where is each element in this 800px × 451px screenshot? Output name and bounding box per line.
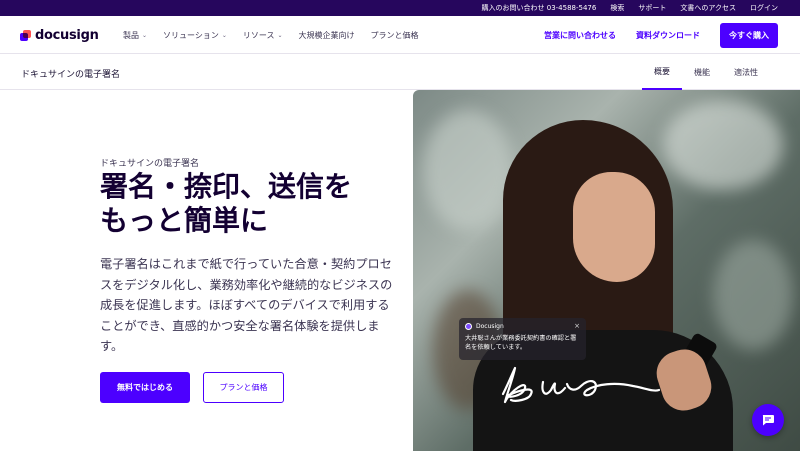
hero-description: 電子署名はこれまで紙で行っていた合意・契約プロセスをデジタル化し、業務効率化や継…: [100, 257, 393, 354]
nav-item-label: 大規模企業向け: [298, 30, 355, 40]
nav-item-label: リソース: [242, 30, 275, 40]
tab-features[interactable]: 機能: [682, 54, 722, 90]
subnav-tabs: 概要 機能 適法性: [642, 54, 770, 90]
utility-links: 購入のお問い合わせ 03-4588-5476 検索 サポート 文書へのアクセス …: [482, 0, 778, 16]
nav-item-label: ソリューション: [163, 30, 219, 40]
main-navigation: docusign 製品 ⌄ ソリューション ⌄ リソース ⌄ 大規模企業向け プ…: [0, 16, 800, 54]
buy-now-button[interactable]: 今すぐ購入: [720, 22, 778, 48]
chevron-down-icon: ⌄: [277, 31, 283, 39]
tab-legality[interactable]: 適法性: [722, 54, 770, 90]
hero-eyebrow: ドキュサインの電子署名: [100, 159, 200, 169]
chevron-down-icon: ⌄: [142, 31, 148, 39]
subnav-title: ドキュサインの電子署名: [21, 70, 121, 80]
utility-bar: 購入のお問い合わせ 03-4588-5476 検索 サポート 文書へのアクセス …: [0, 0, 800, 16]
handwritten-signature: [501, 366, 661, 404]
tab-overview[interactable]: 概要: [642, 54, 682, 90]
nav-item-resources[interactable]: リソース ⌄: [243, 30, 283, 41]
nav-menu: 製品 ⌄ ソリューション ⌄ リソース ⌄ 大規模企業向け プランと価格: [123, 16, 419, 54]
nav-item-label: 製品: [123, 30, 139, 40]
utility-link-sales-phone[interactable]: 購入のお問い合わせ 03-4588-5476: [482, 3, 597, 13]
hero-title-line-2: もっと簡単に: [100, 204, 269, 237]
nav-item-label: プランと価格: [370, 30, 419, 40]
contact-sales-link[interactable]: 営業に問い合わせる: [544, 30, 616, 41]
chat-button[interactable]: [752, 404, 784, 436]
background-bokeh: [713, 240, 793, 350]
docusign-app-icon: [465, 323, 472, 330]
logo-wordmark: docusign: [35, 28, 99, 43]
docusign-logo-mark-icon: [20, 30, 31, 41]
signature-request-notification: Docusign × 大井聡さんが業務委託契約書の確認と署名を依頼しています。: [459, 318, 586, 360]
start-free-button[interactable]: 無料ではじめる: [100, 372, 190, 403]
background-bokeh: [423, 110, 513, 230]
person-face: [573, 172, 655, 282]
hero-title: 署名・捺印、送信を もっと簡単に: [100, 170, 400, 238]
utility-link-login[interactable]: ログイン: [750, 3, 778, 13]
utility-link-search[interactable]: 検索: [610, 3, 624, 13]
download-materials-link[interactable]: 資料ダウンロード: [636, 30, 700, 41]
nav-actions: 営業に問い合わせる 資料ダウンロード 今すぐ購入: [544, 22, 778, 48]
close-icon: ×: [574, 322, 580, 330]
hero-title-line-1: 署名・捺印、送信を: [100, 170, 353, 203]
nav-item-solutions[interactable]: ソリューション ⌄: [163, 30, 227, 41]
utility-link-document-access[interactable]: 文書へのアクセス: [680, 3, 736, 13]
nav-item-pricing[interactable]: プランと価格: [371, 30, 419, 41]
docusign-logo[interactable]: docusign: [20, 28, 99, 43]
utility-link-support[interactable]: サポート: [638, 3, 666, 13]
chevron-down-icon: ⌄: [221, 31, 227, 39]
notification-message: 大井聡さんが業務委託契約書の確認と署名を依頼しています。: [465, 335, 577, 351]
nav-item-enterprise[interactable]: 大規模企業向け: [299, 30, 355, 41]
plans-pricing-button[interactable]: プランと価格: [203, 372, 284, 403]
chat-icon: [762, 415, 774, 426]
notification-brand: Docusign: [476, 323, 504, 330]
notification-header: Docusign: [465, 323, 580, 330]
sub-navigation: ドキュサインの電子署名 概要 機能 適法性: [0, 54, 800, 90]
background-bokeh: [663, 100, 783, 190]
nav-item-products[interactable]: 製品 ⌄: [123, 30, 147, 41]
